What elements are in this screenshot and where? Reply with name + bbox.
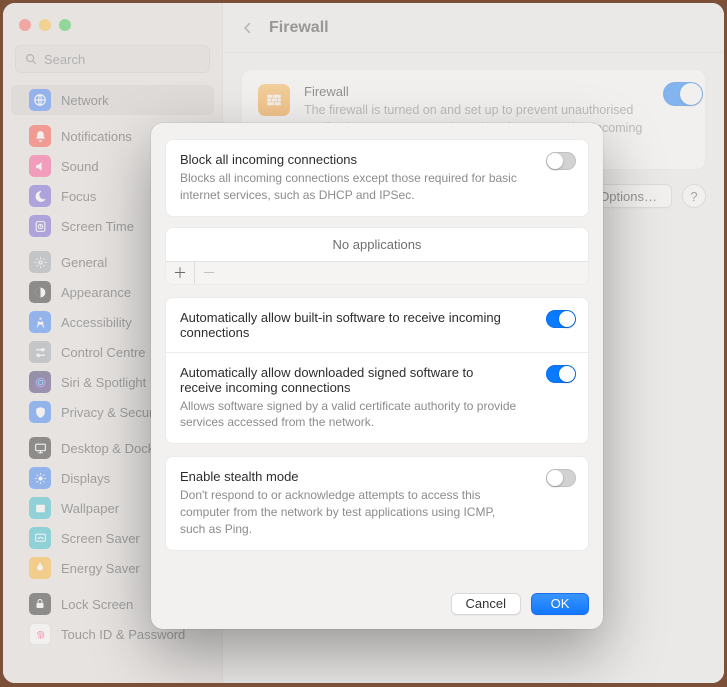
- applications-list: No applications ＋ －: [165, 227, 589, 285]
- stealth-card: Enable stealth mode Don't respond to or …: [165, 456, 589, 550]
- sidebar-item-label: Screen Time: [61, 219, 134, 234]
- desktop-icon: [29, 437, 51, 459]
- stealth-desc: Don't respond to or acknowledge attempts…: [180, 487, 574, 537]
- auto-signed-desc: Allows software signed by a valid certif…: [180, 398, 574, 432]
- help-button[interactable]: ?: [682, 184, 706, 208]
- allow-software-card: Automatically allow built-in software to…: [165, 297, 589, 445]
- traffic-lights: [3, 13, 222, 45]
- auto-signed-toggle[interactable]: [546, 365, 576, 383]
- sidebar-item-label: Energy Saver: [61, 561, 140, 576]
- sidebar-item-label: Screen Saver: [61, 531, 140, 546]
- sidebar-item-label: Network: [61, 93, 109, 108]
- applications-empty-label: No applications: [166, 228, 588, 261]
- sidebar-item-label: Appearance: [61, 285, 131, 300]
- ok-button[interactable]: OK: [531, 593, 589, 615]
- sidebar-item-label: Notifications: [61, 129, 132, 144]
- auto-signed-title: Automatically allow downloaded signed so…: [180, 365, 574, 395]
- firewall-icon: [258, 84, 290, 116]
- add-application-button[interactable]: ＋: [166, 262, 194, 284]
- screen-time-icon: [29, 215, 51, 237]
- block-all-title: Block all incoming connections: [180, 152, 574, 167]
- block-all-desc: Blocks all incoming connections except t…: [180, 170, 574, 204]
- control-centre-icon: [29, 341, 51, 363]
- notifications-icon: [29, 125, 51, 147]
- touch-id-icon: [29, 623, 51, 645]
- sidebar-item-label: Siri & Spotlight: [61, 375, 146, 390]
- header-bar: Firewall: [223, 3, 724, 53]
- search-icon: [24, 52, 38, 66]
- displays-icon: [29, 467, 51, 489]
- auto-builtin-toggle[interactable]: [546, 310, 576, 328]
- firewall-title: Firewall: [304, 84, 689, 99]
- privacy-icon: [29, 401, 51, 423]
- remove-application-button[interactable]: －: [195, 262, 223, 284]
- search-input[interactable]: [44, 52, 220, 67]
- search-field[interactable]: [15, 45, 210, 73]
- sidebar-item-label: Control Centre: [61, 345, 146, 360]
- stealth-toggle[interactable]: [546, 469, 576, 487]
- page-title: Firewall: [269, 19, 329, 37]
- lock-icon: [29, 593, 51, 615]
- sidebar-item-label: Wallpaper: [61, 501, 119, 516]
- close-window-button[interactable]: [19, 19, 31, 31]
- appearance-icon: [29, 281, 51, 303]
- cancel-button[interactable]: Cancel: [451, 593, 521, 615]
- block-all-toggle[interactable]: [546, 152, 576, 170]
- firewall-toggle[interactable]: [663, 82, 693, 100]
- stealth-title: Enable stealth mode: [180, 469, 574, 484]
- wallpaper-icon: [29, 497, 51, 519]
- general-icon: [29, 251, 51, 273]
- siri-icon: [29, 371, 51, 393]
- screen-saver-icon: [29, 527, 51, 549]
- sidebar-item-label: Desktop & Dock: [61, 441, 154, 456]
- network-icon: [29, 89, 51, 111]
- sound-icon: [29, 155, 51, 177]
- back-button[interactable]: [241, 21, 255, 35]
- sidebar-item-label: Sound: [61, 159, 99, 174]
- sidebar-item-label: Displays: [61, 471, 110, 486]
- zoom-window-button[interactable]: [59, 19, 71, 31]
- system-settings-window: Network Notifications Sound Focus: [3, 3, 724, 683]
- block-all-card: Block all incoming connections Blocks al…: [165, 139, 589, 217]
- sidebar-item-label: General: [61, 255, 107, 270]
- focus-icon: [29, 185, 51, 207]
- sidebar-item-label: Focus: [61, 189, 96, 204]
- minimize-window-button[interactable]: [39, 19, 51, 31]
- sidebar-item-label: Accessibility: [61, 315, 132, 330]
- firewall-options-sheet: Block all incoming connections Blocks al…: [151, 123, 603, 629]
- sidebar-item-label: Touch ID & Password: [61, 627, 185, 642]
- auto-builtin-title: Automatically allow built-in software to…: [180, 310, 574, 340]
- accessibility-icon: [29, 311, 51, 333]
- energy-icon: [29, 557, 51, 579]
- sidebar-item-label: Lock Screen: [61, 597, 133, 612]
- sidebar-item-network[interactable]: Network: [11, 85, 214, 115]
